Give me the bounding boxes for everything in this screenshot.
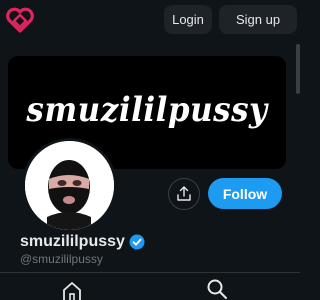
scrollbar-thumb[interactable]	[296, 44, 300, 94]
search-icon[interactable]	[206, 278, 228, 300]
share-button[interactable]	[168, 178, 200, 210]
bottom-nav	[0, 272, 300, 300]
verified-badge-icon	[129, 234, 145, 250]
avatar-image	[25, 141, 114, 230]
name-row: smuzililpussy	[20, 232, 145, 252]
heart-logo-icon[interactable]	[6, 7, 34, 33]
follow-button[interactable]: Follow	[208, 178, 282, 209]
avatar[interactable]	[22, 138, 117, 233]
top-bar: Login Sign up	[0, 0, 300, 40]
share-icon	[177, 186, 191, 201]
banner-text: smuzililpussy	[26, 90, 268, 129]
signup-button[interactable]: Sign up	[219, 5, 297, 34]
display-name: smuzililpussy	[20, 233, 125, 250]
handle: @smuzililpussy	[20, 252, 103, 266]
home-icon[interactable]	[61, 280, 83, 300]
login-button[interactable]: Login	[164, 5, 212, 34]
